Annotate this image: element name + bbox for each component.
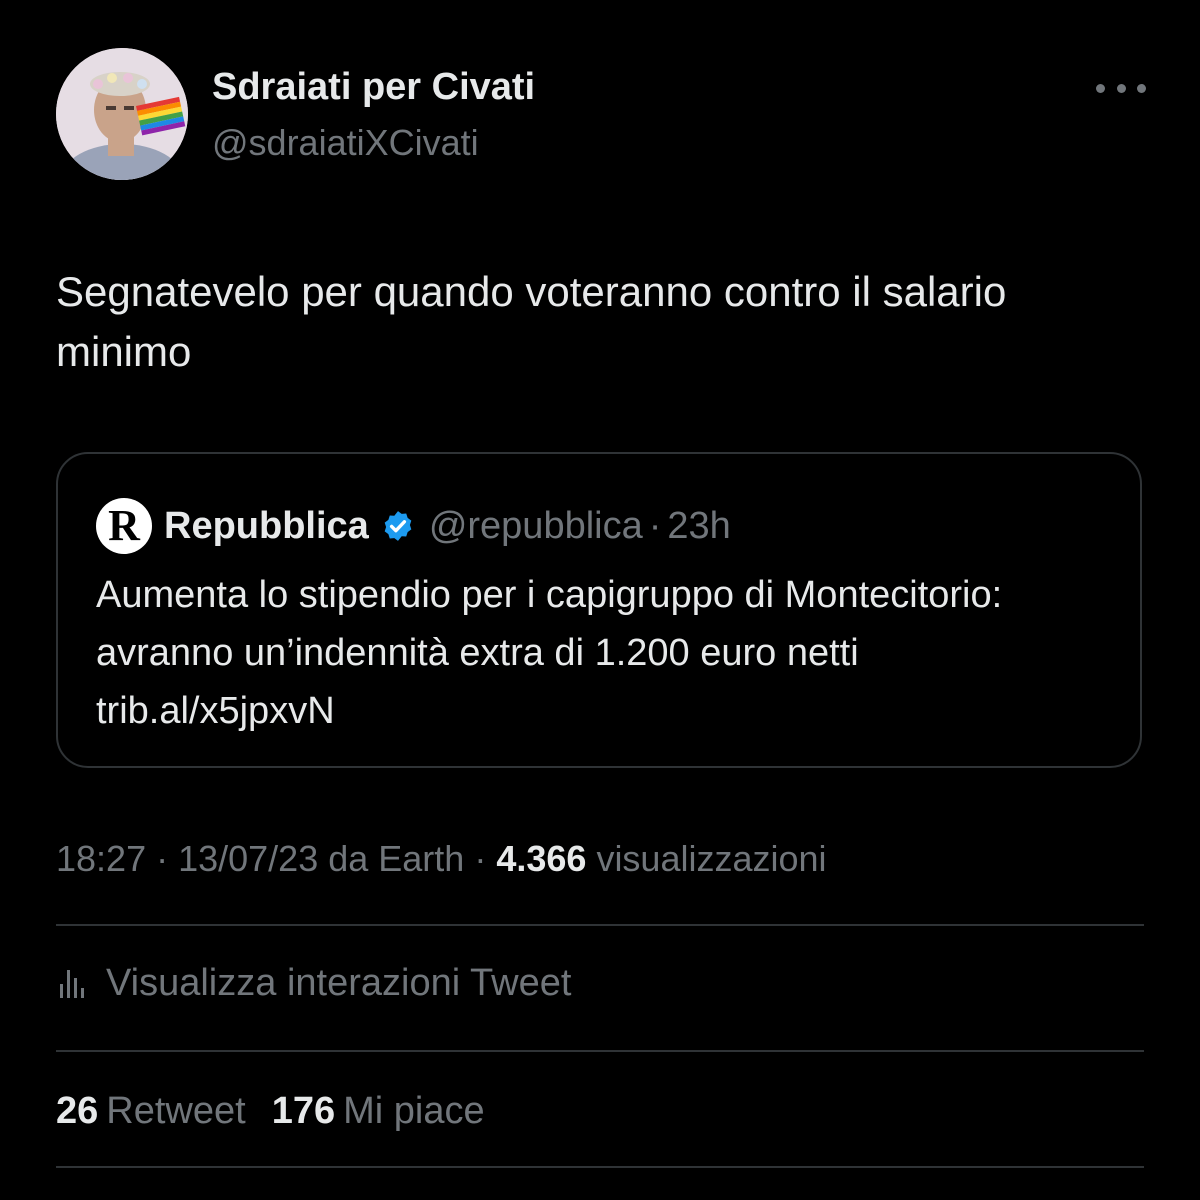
tweet-stats: 26 Retweet 176 Mi piace (56, 1084, 485, 1138)
author-avatar[interactable] (56, 48, 188, 180)
views-label: visualizzazioni (596, 838, 827, 879)
retweets-count: 26 (56, 1089, 99, 1132)
likes-stat[interactable]: 176 Mi piace (272, 1090, 485, 1133)
more-dots-icon (1096, 83, 1105, 93)
quoted-tweet-card[interactable]: R Repubblica @repubblica · 23h Aumenta l… (56, 452, 1142, 768)
separator-dot: · (648, 504, 662, 547)
verified-badge-icon (381, 509, 415, 543)
tweet-text: Segnatevelo per quando voteranno contro … (56, 268, 1007, 375)
view-interactions-button[interactable]: Visualizza interazioni Tweet (56, 956, 571, 1010)
more-options-button[interactable] (1096, 70, 1146, 106)
tweet-date-source: 13/07/23 da Earth (178, 838, 465, 879)
meta-separator: · (146, 838, 179, 879)
likes-label: Mi piace (343, 1089, 485, 1132)
more-dots-icon (1116, 83, 1126, 93)
more-dots-icon (1137, 83, 1146, 93)
quoted-author-name: Repubblica (164, 504, 369, 547)
author-handle[interactable]: @sdraiatiXCivati (212, 122, 479, 164)
quoted-tweet-header: Repubblica @repubblica · 23h (164, 500, 731, 552)
quoted-tweet-time: 23h (667, 504, 731, 547)
meta-separator: · (464, 838, 497, 879)
tweet-meta: 18:27 · 13/07/23 da Earth · 4.366 visual… (56, 838, 827, 880)
views-count: 4.366 (496, 838, 587, 879)
divider (56, 1050, 1144, 1052)
quoted-tweet-text: Aumenta lo stipendio per i capigruppo di… (96, 574, 1003, 732)
avatar-photo-icon (56, 48, 188, 180)
retweets-stat[interactable]: 26 Retweet (56, 1090, 246, 1133)
tweet-time: 18:27 (56, 838, 147, 879)
divider (56, 924, 1144, 926)
analytics-bars-icon (60, 970, 84, 998)
likes-count: 176 (271, 1089, 336, 1132)
divider (56, 1166, 1144, 1168)
repubblica-logo-icon: R (96, 498, 152, 554)
view-interactions-label: Visualizza interazioni Tweet (106, 961, 572, 1004)
author-name[interactable]: Sdraiati per Civati (212, 66, 535, 109)
retweets-label: Retweet (106, 1089, 246, 1132)
quoted-author-handle: @repubblica (428, 504, 643, 547)
